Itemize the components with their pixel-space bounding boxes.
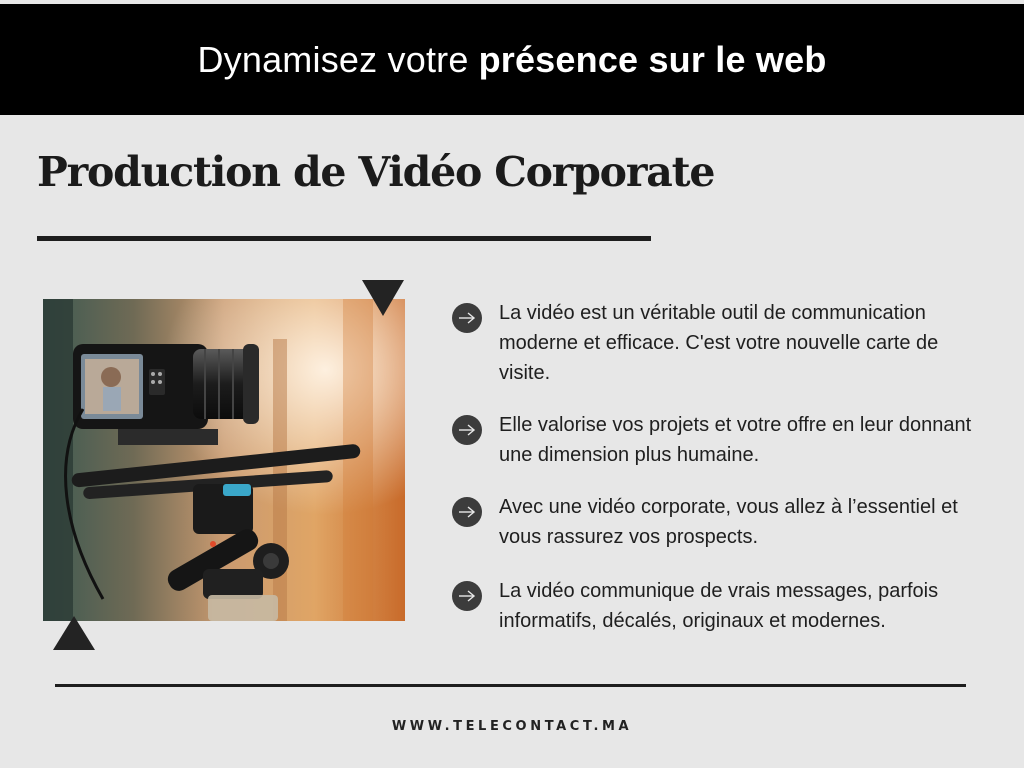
header-banner: Dynamisez votre présence sur le web bbox=[0, 4, 1024, 115]
bullet-text: La vidéo est un véritable outil de commu… bbox=[499, 302, 939, 384]
page-title: Production de Vidéo Corporate bbox=[37, 148, 715, 196]
bullet-item: La vidéo communique de vrais messages, p… bbox=[452, 576, 974, 636]
header-title-light: Dynamisez votre bbox=[197, 38, 469, 80]
bullet-item: La vidéo est un véritable outil de commu… bbox=[452, 298, 974, 388]
bullet-text: Avec une vidéo corporate, vous allez à l… bbox=[499, 496, 958, 548]
arrow-right-icon bbox=[452, 581, 482, 611]
arrow-right-icon bbox=[452, 415, 482, 445]
triangle-accent-bottom bbox=[53, 616, 95, 650]
bullet-item: Elle valorise vos projets et votre offre… bbox=[452, 410, 974, 470]
bullet-item: Avec une vidéo corporate, vous allez à l… bbox=[452, 492, 974, 552]
bullet-text: Elle valorise vos projets et votre offre… bbox=[499, 414, 972, 466]
title-underline bbox=[37, 236, 651, 241]
camera-illustration bbox=[43, 299, 405, 621]
triangle-accent-top bbox=[362, 280, 404, 316]
arrow-right-icon bbox=[452, 303, 482, 333]
bullet-text: La vidéo communique de vrais messages, p… bbox=[499, 580, 939, 632]
website-link[interactable]: WWW.TELECONTACT.MA bbox=[0, 719, 1024, 734]
video-camera-photo bbox=[43, 299, 405, 621]
arrow-right-icon bbox=[452, 497, 482, 527]
footer-divider bbox=[55, 684, 966, 687]
header-title-bold: présence sur le web bbox=[478, 38, 827, 80]
